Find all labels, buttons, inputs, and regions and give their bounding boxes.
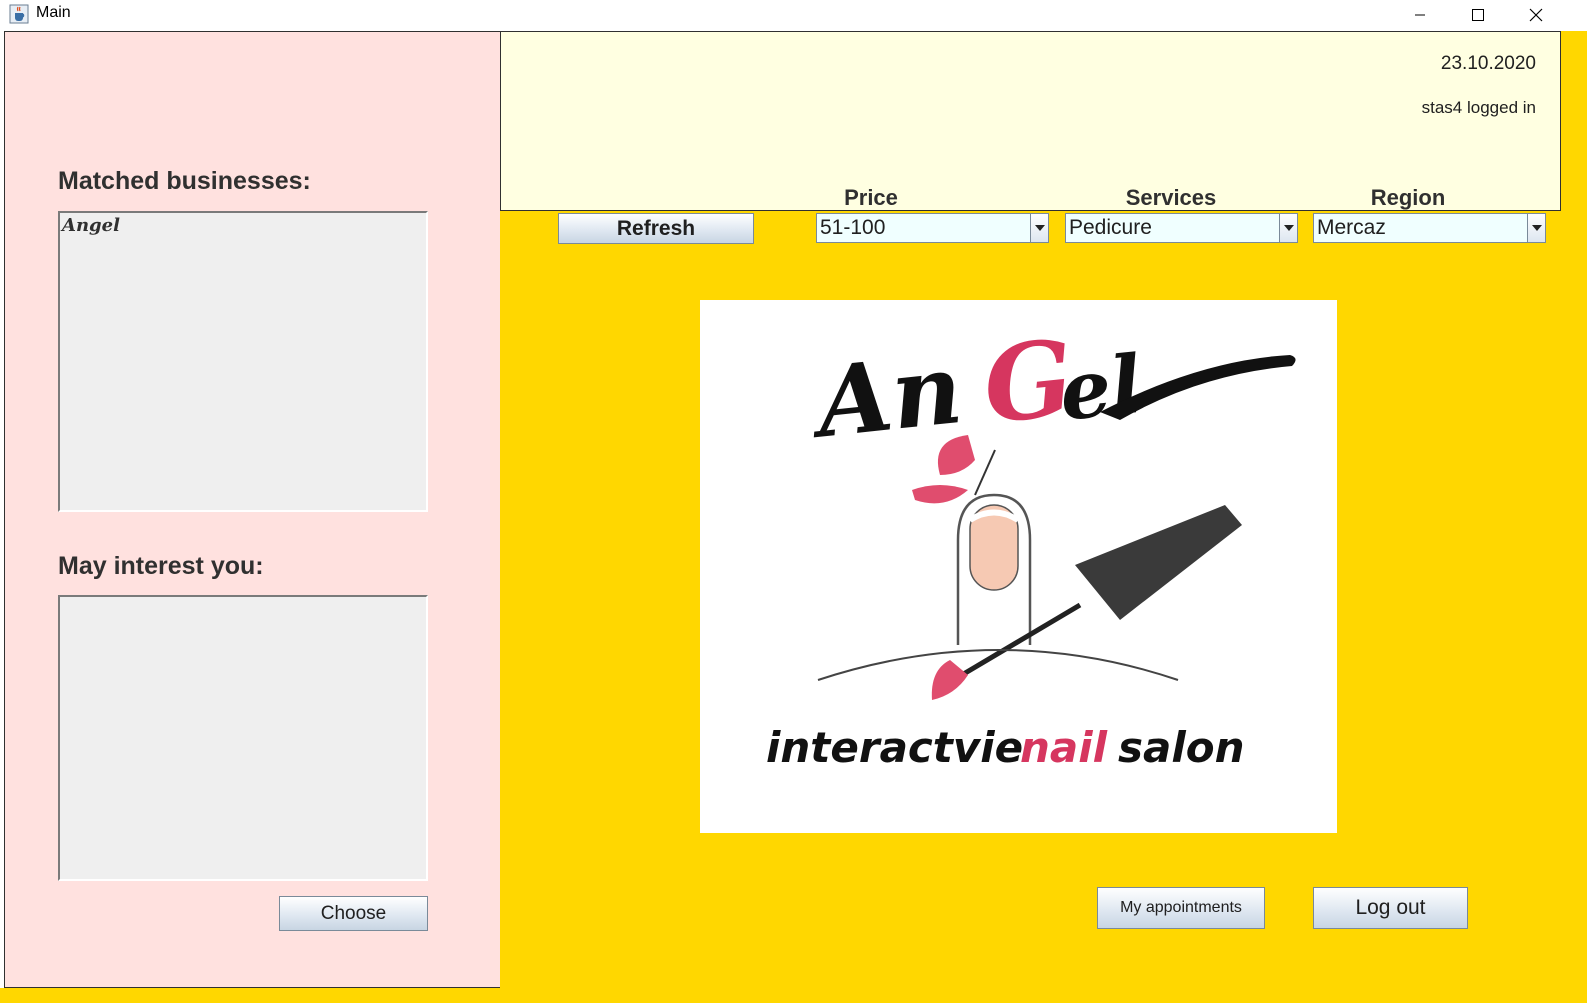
may-interest-list[interactable]	[58, 595, 428, 881]
svg-text:An: An	[804, 332, 967, 460]
matched-businesses-heading: Matched businesses:	[58, 167, 311, 195]
svg-text:nail: nail	[1020, 723, 1108, 772]
login-status: stas4 logged in	[1421, 98, 1536, 117]
chevron-down-icon[interactable]	[1279, 214, 1297, 242]
region-label: Region	[1370, 185, 1446, 210]
svg-text:interactvie: interactvie	[766, 723, 1023, 772]
price-dropdown-value: 51-100	[820, 216, 886, 239]
chevron-down-icon[interactable]	[1527, 214, 1545, 242]
minimize-icon	[1415, 14, 1425, 16]
list-item[interactable]: Angel	[60, 213, 426, 238]
log-out-button[interactable]: Log out	[1313, 887, 1468, 929]
maximize-icon	[1472, 9, 1484, 21]
close-icon	[1529, 8, 1543, 22]
window-titlebar: Main	[0, 0, 1587, 30]
close-button[interactable]	[1507, 0, 1565, 30]
svg-text:salon: salon	[1118, 723, 1245, 772]
refresh-button[interactable]: Refresh	[558, 213, 754, 244]
minimize-button[interactable]	[1391, 0, 1449, 30]
header-panel: 23.10.2020 stas4 logged in Price Service…	[500, 31, 1561, 211]
maximize-button[interactable]	[1449, 0, 1507, 30]
region-dropdown-value: Mercaz	[1317, 216, 1386, 239]
nail-salon-logo-graphic: An G el interactvie nail salon	[766, 316, 1296, 772]
java-cup-icon	[9, 4, 29, 24]
price-label: Price	[844, 185, 898, 210]
matched-businesses-list[interactable]: Angel	[58, 211, 428, 512]
price-dropdown[interactable]: 51-100	[816, 213, 1049, 243]
choose-button[interactable]: Choose	[279, 896, 428, 931]
services-dropdown-value: Pedicure	[1069, 216, 1152, 239]
my-appointments-button[interactable]: My appointments	[1097, 887, 1265, 929]
region-dropdown[interactable]: Mercaz	[1313, 213, 1546, 243]
window-title: Main	[36, 4, 71, 21]
panel-edge-bottom	[0, 988, 500, 1003]
services-dropdown[interactable]: Pedicure	[1065, 213, 1298, 243]
panel-edge	[1561, 31, 1587, 211]
current-date: 23.10.2020	[1440, 53, 1536, 74]
services-label: Services	[1125, 185, 1217, 210]
chevron-down-icon[interactable]	[1030, 214, 1048, 242]
may-interest-heading: May interest you:	[58, 552, 264, 580]
salon-logo: An G el interactvie nail salon	[700, 300, 1337, 833]
recommendations-panel: Matched businesses: Angel May interest y…	[4, 31, 501, 988]
svg-text:el: el	[1055, 337, 1146, 439]
